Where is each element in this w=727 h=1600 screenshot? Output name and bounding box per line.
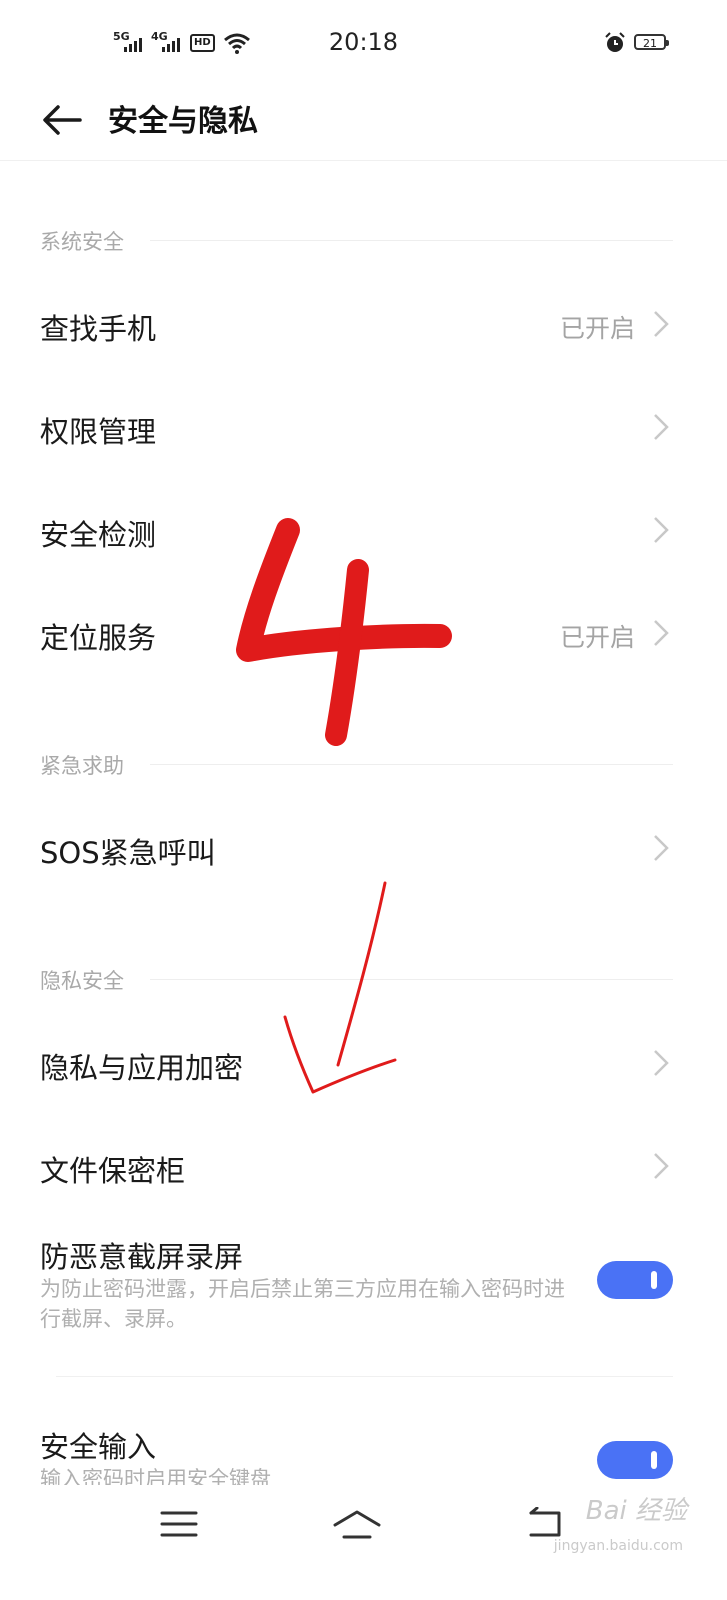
back-arrow-icon[interactable] — [40, 98, 84, 142]
row-label: 文件保密柜 — [40, 1154, 186, 1188]
setting-anti-screenshot: 防恶意截屏录屏 为防止密码泄露，开启后禁止第三方应用在输入密码时进行截屏、录屏。 — [0, 1210, 727, 1350]
chevron-right-icon — [654, 517, 669, 543]
chevron-right-icon — [654, 835, 669, 861]
home-icon[interactable] — [332, 1509, 382, 1543]
row-label: 权限管理 — [40, 415, 157, 449]
row-status: 已开启 — [559, 314, 635, 343]
list-item-file-safe[interactable]: 文件保密柜 — [0, 1122, 727, 1212]
row-label: 防恶意截屏录屏 — [40, 1240, 244, 1274]
back-nav-icon[interactable] — [525, 1507, 565, 1541]
alarm-icon — [605, 32, 625, 52]
section-header-emergency: 紧急求助 — [40, 750, 673, 780]
section-label: 系统安全 — [40, 230, 138, 254]
list-item-location[interactable]: 定位服务 已开启 — [0, 589, 727, 679]
setting-secure-input: 安全输入 输入密码时启用安全键盘 — [0, 1400, 727, 1491]
row-description: 为防止密码泄露，开启后禁止第三方应用在输入密码时进行截屏、录屏。 — [40, 1277, 565, 1331]
menu-icon[interactable] — [160, 1509, 198, 1539]
list-item-privacy-encryption[interactable]: 隐私与应用加密 — [0, 1019, 727, 1109]
app-header: 安全与隐私 — [0, 86, 727, 161]
row-label: 安全检测 — [40, 518, 157, 552]
row-label: SOS紧急呼叫 — [40, 836, 216, 870]
section-header-system: 系统安全 — [40, 226, 673, 256]
row-label: 查找手机 — [40, 312, 157, 346]
chevron-right-icon — [654, 414, 669, 440]
section-header-privacy: 隐私安全 — [40, 965, 673, 995]
row-label: 安全输入 — [40, 1430, 157, 1464]
list-item-permission[interactable]: 权限管理 — [0, 383, 727, 473]
section-label: 隐私安全 — [40, 969, 138, 993]
list-item-find-phone[interactable]: 查找手机 已开启 — [0, 280, 727, 370]
chevron-right-icon — [654, 1050, 669, 1076]
section-label: 紧急求助 — [40, 754, 138, 778]
secure-input-toggle[interactable] — [597, 1441, 673, 1479]
list-item-security-check[interactable]: 安全检测 — [0, 486, 727, 576]
row-status: 已开启 — [559, 623, 635, 652]
chevron-right-icon — [654, 311, 669, 337]
chevron-right-icon — [654, 1153, 669, 1179]
status-bar: 5G 4G HD 20:18 21 — [0, 0, 727, 86]
chevron-right-icon — [654, 620, 669, 646]
anti-screenshot-toggle[interactable] — [597, 1261, 673, 1299]
row-label: 隐私与应用加密 — [40, 1051, 244, 1085]
divider — [56, 1376, 673, 1377]
baidu-watermark-url: jingyan.baidu.com — [553, 1538, 683, 1554]
battery-icon: 21 — [634, 34, 669, 50]
page-title: 安全与隐私 — [108, 104, 258, 139]
list-item-sos[interactable]: SOS紧急呼叫 — [0, 804, 727, 894]
baidu-watermark: Bai 经验 — [585, 1496, 687, 1526]
row-label: 定位服务 — [40, 621, 157, 655]
